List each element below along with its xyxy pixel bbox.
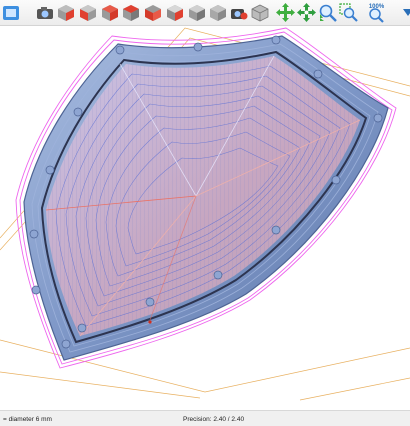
view-cube-grey-icon[interactable] xyxy=(208,3,227,22)
status-bar: = diameter 6 mm Precision: 2.40 / 2.40 xyxy=(0,410,410,426)
camera-red-icon[interactable] xyxy=(229,3,248,22)
more-icon[interactable] xyxy=(398,3,410,22)
origin-marker xyxy=(148,320,152,324)
view-iso-red-icon[interactable] xyxy=(56,3,75,22)
main-toolbar: 100% xyxy=(0,0,410,26)
view-left-red-icon[interactable] xyxy=(165,3,184,22)
3d-viewport[interactable] xyxy=(0,26,410,410)
precision-status: Precision: 2.40 / 2.40 xyxy=(183,416,245,423)
view-front-red-icon[interactable] xyxy=(78,3,97,22)
view-bottom-grey-icon[interactable] xyxy=(187,3,206,22)
move-green-icon[interactable] xyxy=(297,3,316,22)
zoom-level-label: 100% xyxy=(368,4,385,10)
render-mode-icon[interactable] xyxy=(250,3,269,22)
zoom-window-icon[interactable] xyxy=(339,3,358,22)
zoom-100-icon[interactable]: 100% xyxy=(367,3,386,23)
app-tab-icon[interactable] xyxy=(1,3,20,22)
view-right-red-icon[interactable] xyxy=(100,3,119,22)
tool-diameter-status: = diameter 6 mm xyxy=(3,416,52,423)
view-top-red-icon[interactable] xyxy=(121,3,140,22)
zoom-in-icon[interactable] xyxy=(318,3,337,22)
pan-green-icon[interactable] xyxy=(276,3,295,22)
view-back-red-icon[interactable] xyxy=(143,3,162,22)
camera-view-icon[interactable] xyxy=(35,3,54,22)
